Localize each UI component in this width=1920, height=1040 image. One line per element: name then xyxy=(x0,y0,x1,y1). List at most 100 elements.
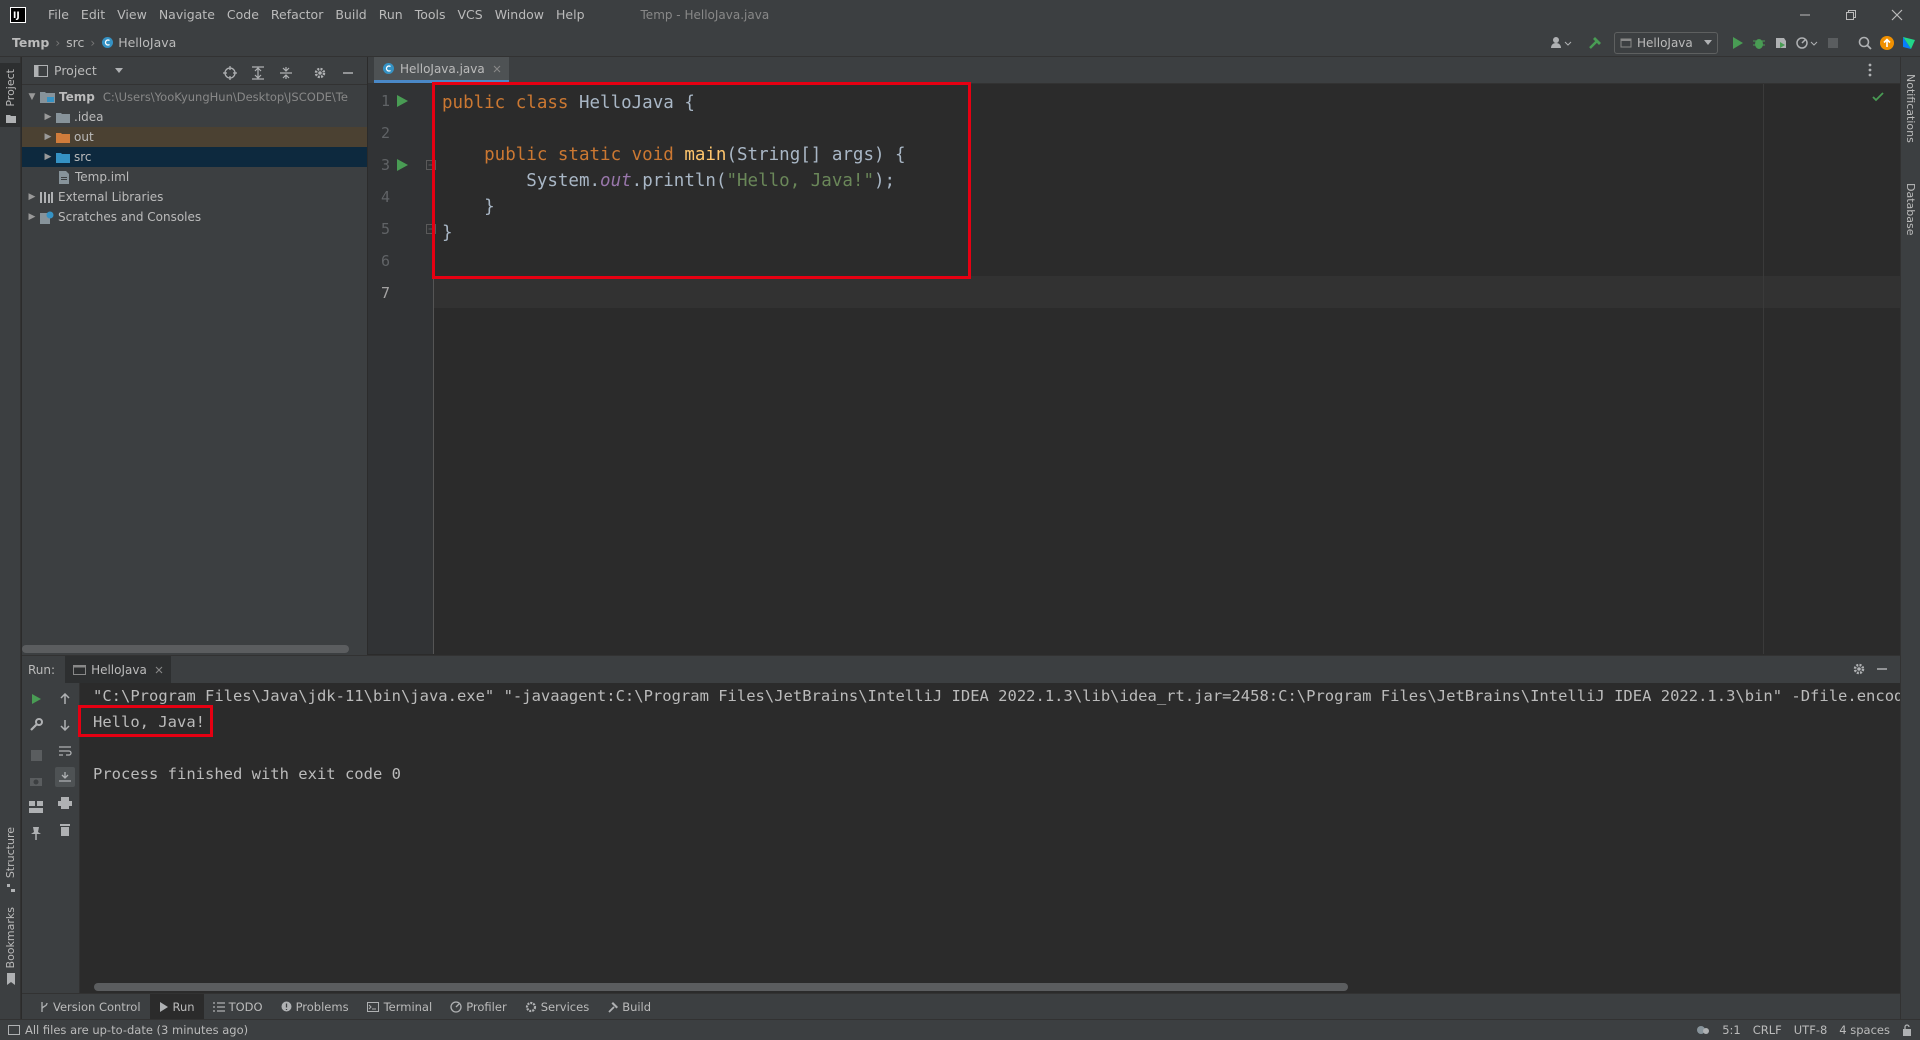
scroll-to-end-button[interactable] xyxy=(54,767,75,787)
run-console-output[interactable]: "C:\Program Files\Java\jdk-11\bin\java.e… xyxy=(80,683,1900,993)
database-tool-tab[interactable]: Database xyxy=(1900,169,1920,249)
restore-button[interactable] xyxy=(1828,0,1874,29)
edit-config-button[interactable] xyxy=(26,715,46,735)
chevron-right-icon[interactable]: ▶ xyxy=(40,132,56,142)
profile-button[interactable] xyxy=(1792,32,1822,54)
menu-help[interactable]: Help xyxy=(550,0,591,29)
menu-build[interactable]: Build xyxy=(329,0,372,29)
select-opened-file-button[interactable] xyxy=(219,62,241,84)
editor-tab-hellojava[interactable]: HelloJava.java xyxy=(374,57,509,83)
chevron-down-icon[interactable]: ▼ xyxy=(24,92,40,102)
console-horizontal-scrollbar[interactable] xyxy=(94,983,1348,991)
collapse-all-button[interactable] xyxy=(275,62,297,84)
file-encoding[interactable]: UTF-8 xyxy=(1794,1023,1828,1037)
project-folder-icon xyxy=(40,92,55,103)
chevron-right-icon[interactable]: ▶ xyxy=(40,112,56,122)
expand-all-button[interactable] xyxy=(247,62,269,84)
caret-position[interactable]: 5:1 xyxy=(1722,1023,1741,1037)
menu-run[interactable]: Run xyxy=(373,0,409,29)
tree-item-idea[interactable]: ▶ .idea xyxy=(22,107,367,127)
hide-run-panel-button[interactable] xyxy=(1876,662,1888,676)
no-problems-check-icon[interactable] xyxy=(1872,92,1884,102)
editor-gutter[interactable]: 1 2 3 4 5 6 7 xyxy=(368,84,436,654)
scroll-down-button[interactable] xyxy=(55,715,75,735)
run-class-gutter-icon[interactable] xyxy=(395,94,409,108)
build-project-button[interactable] xyxy=(1584,32,1606,54)
menu-file[interactable]: File xyxy=(42,0,75,29)
run-toolbar-secondary xyxy=(50,683,80,993)
project-options-button[interactable] xyxy=(309,62,331,84)
git-fetch-icon[interactable] xyxy=(1696,1024,1710,1036)
menu-vcs[interactable]: VCS xyxy=(452,0,489,29)
menu-tools[interactable]: Tools xyxy=(409,0,452,29)
run-with-coverage-button[interactable] xyxy=(1770,32,1792,54)
status-message[interactable]: All files are up-to-date (3 minutes ago) xyxy=(25,1023,248,1037)
breadcrumb-project[interactable]: Temp xyxy=(12,35,49,50)
lock-icon[interactable] xyxy=(1902,1024,1912,1036)
menu-code[interactable]: Code xyxy=(221,0,265,29)
menu-view[interactable]: View xyxy=(111,0,153,29)
stop-process-button[interactable] xyxy=(26,745,46,765)
search-everywhere-button[interactable] xyxy=(1854,32,1876,54)
pin-tab-button[interactable] xyxy=(26,823,46,843)
minimize-button[interactable] xyxy=(1782,0,1828,29)
rerun-button[interactable] xyxy=(26,689,46,709)
tree-item-temp-iml[interactable]: Temp.iml xyxy=(22,167,367,187)
menu-navigate[interactable]: Navigate xyxy=(153,0,221,29)
run-config-selector[interactable]: HelloJava xyxy=(1614,32,1718,54)
tab-terminal[interactable]: Terminal xyxy=(358,994,442,1020)
tree-item-scratches[interactable]: ▶ Scratches and Consoles xyxy=(22,207,367,227)
app-config-icon xyxy=(73,665,87,675)
editor-tab-options-button[interactable] xyxy=(1868,63,1872,77)
intellij-logo-icon[interactable]: IJ xyxy=(10,6,26,23)
tab-services[interactable]: Services xyxy=(516,994,599,1020)
updates-button[interactable] xyxy=(1876,32,1898,54)
menu-edit[interactable]: Edit xyxy=(75,0,111,29)
project-view-selector[interactable]: Project xyxy=(54,63,97,78)
run-main-gutter-icon[interactable] xyxy=(395,158,409,172)
tab-run[interactable]: Run xyxy=(149,993,204,1020)
line-separator[interactable]: CRLF xyxy=(1753,1023,1782,1037)
breadcrumb-class[interactable]: HelloJava xyxy=(118,35,176,50)
close-tab-icon[interactable] xyxy=(493,65,501,73)
dump-threads-button[interactable] xyxy=(26,771,46,791)
jetbrains-toolbox-button[interactable] xyxy=(1898,32,1920,54)
chevron-right-icon[interactable]: ▶ xyxy=(40,152,56,162)
indent-setting[interactable]: 4 spaces xyxy=(1839,1023,1890,1037)
chevron-right-icon[interactable]: ▶ xyxy=(24,192,40,202)
tab-build[interactable]: Build xyxy=(598,994,660,1020)
tree-item-temp[interactable]: ▼ Temp C:\Users\YooKyungHun\Desktop\JSCO… xyxy=(22,87,367,107)
close-tab-icon[interactable] xyxy=(155,666,163,674)
chevron-right-icon[interactable]: ▶ xyxy=(24,212,40,222)
hide-panel-button[interactable] xyxy=(337,62,359,84)
run-button[interactable] xyxy=(1726,32,1748,54)
debug-button[interactable] xyxy=(1748,32,1770,54)
chevron-down-icon[interactable] xyxy=(114,67,123,74)
scroll-up-button[interactable] xyxy=(55,689,75,709)
stop-button[interactable] xyxy=(1822,32,1844,54)
print-button[interactable] xyxy=(55,793,75,813)
structure-tool-tab[interactable]: Structure xyxy=(0,825,21,895)
vcs-user-button[interactable] xyxy=(1546,32,1576,54)
run-tab-hellojava[interactable]: HelloJava xyxy=(65,656,171,683)
project-tool-tab[interactable]: Project xyxy=(0,63,21,127)
project-horizontal-scrollbar[interactable] xyxy=(22,645,349,653)
tree-item-src[interactable]: ▶ src xyxy=(22,147,367,167)
tab-profiler[interactable]: Profiler xyxy=(441,994,516,1020)
run-settings-button[interactable] xyxy=(1852,662,1866,676)
tab-version-control[interactable]: Version Control xyxy=(30,994,150,1020)
tab-problems[interactable]: Problems xyxy=(272,994,358,1020)
notifications-tool-tab[interactable]: Notifications xyxy=(1900,63,1920,153)
tree-item-external-libraries[interactable]: ▶ External Libraries xyxy=(22,187,367,207)
menu-refactor[interactable]: Refactor xyxy=(265,0,329,29)
menu-window[interactable]: Window xyxy=(489,0,550,29)
soft-wrap-button[interactable] xyxy=(55,741,75,761)
breadcrumb-src[interactable]: src xyxy=(66,35,84,50)
tab-todo[interactable]: TODO xyxy=(204,994,272,1020)
bookmarks-tool-tab[interactable]: Bookmarks xyxy=(0,905,21,987)
clear-all-button[interactable] xyxy=(55,819,75,839)
close-window-button[interactable] xyxy=(1874,0,1920,29)
layout-button[interactable] xyxy=(26,797,46,817)
tree-item-out[interactable]: ▶ out xyxy=(22,127,367,147)
tool-windows-toggle-icon[interactable] xyxy=(8,1025,20,1035)
